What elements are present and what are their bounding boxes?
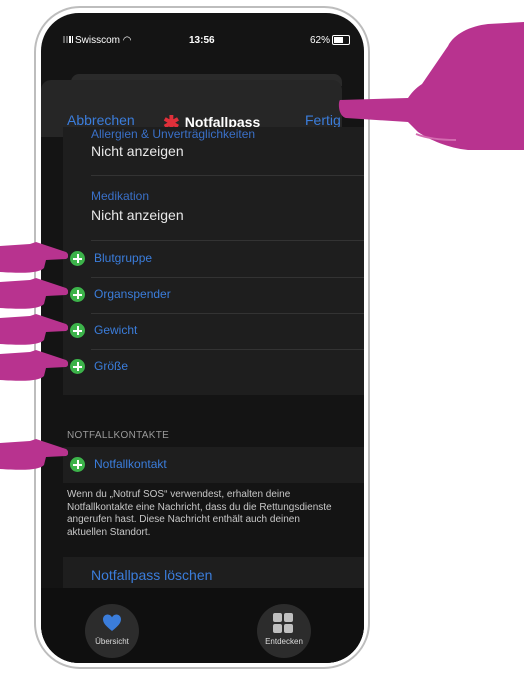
medication-label: Medikation <box>91 189 150 203</box>
medication-value[interactable]: Nicht anzeigen <box>91 207 184 223</box>
wifi-icon: ◠ <box>122 35 132 46</box>
add-icon[interactable] <box>70 323 85 338</box>
contacts-section-header: NOTFALLKONTAKTE <box>67 430 170 441</box>
add-organ-donor-row[interactable]: Organspender <box>63 277 364 313</box>
add-emergency-contact-row[interactable]: Notfallkontakt <box>63 447 364 483</box>
pointing-hand-icon <box>0 278 68 309</box>
add-weight-row[interactable]: Gewicht <box>63 313 364 349</box>
medical-info-group: Allergien & Unverträglichkeiten Nicht an… <box>63 127 364 395</box>
add-icon[interactable] <box>70 287 85 302</box>
add-icon[interactable] <box>70 251 85 266</box>
clock: 13:56 <box>189 35 215 46</box>
add-row-label[interactable]: Gewicht <box>94 323 137 337</box>
add-blood-type-row[interactable]: Blutgruppe <box>63 241 364 277</box>
add-icon[interactable] <box>70 457 85 472</box>
tab-summary-label: Übersicht <box>95 637 129 646</box>
cancel-button[interactable]: Abbrechen <box>67 112 135 128</box>
divider <box>91 175 364 176</box>
add-row-label[interactable]: Größe <box>94 359 128 373</box>
pointing-hand-icon <box>0 314 68 345</box>
tab-summary[interactable]: Übersicht <box>85 604 139 658</box>
phone-screen: Swisscom ◠ 13:56 62% Abbrechen ✱ Notfallp… <box>41 13 364 663</box>
carrier-label: Swisscom <box>75 35 121 46</box>
pointing-hand-icon <box>338 22 524 150</box>
add-contact-label[interactable]: Notfallkontakt <box>94 457 167 471</box>
contacts-footer-note: Wenn du „Notruf SOS“ verwendest, erhalte… <box>67 489 332 538</box>
allergies-value[interactable]: Nicht anzeigen <box>91 143 184 159</box>
grid-icon <box>273 613 295 635</box>
battery-percent: 62% <box>309 35 330 46</box>
form-content: Allergien & Unverträglichkeiten Nicht an… <box>41 127 364 663</box>
signal-icon <box>63 36 73 43</box>
add-icon[interactable] <box>70 359 85 374</box>
delete-medical-id-button[interactable]: Notfallpass löschen <box>91 567 212 583</box>
status-bar: Swisscom ◠ 13:56 62% <box>41 13 364 53</box>
tab-browse[interactable]: Entdecken <box>257 604 311 658</box>
add-row-label[interactable]: Organspender <box>94 287 171 301</box>
add-row-label[interactable]: Blutgruppe <box>94 251 152 265</box>
pointing-hand-icon <box>0 439 68 470</box>
allergies-label: Allergien & Unverträglichkeiten <box>91 127 256 141</box>
delete-medical-id-row[interactable]: Notfallpass löschen <box>63 557 364 592</box>
pointing-hand-icon <box>0 242 68 273</box>
carrier: Swisscom ◠ <box>63 35 132 46</box>
tab-browse-label: Entdecken <box>265 637 303 646</box>
tab-bar: Übersicht Entdecken <box>41 588 364 663</box>
pointing-hand-icon <box>0 350 68 381</box>
heart-icon <box>103 614 121 631</box>
add-height-row[interactable]: Größe <box>63 349 364 385</box>
done-button[interactable]: Fertig <box>305 112 341 128</box>
